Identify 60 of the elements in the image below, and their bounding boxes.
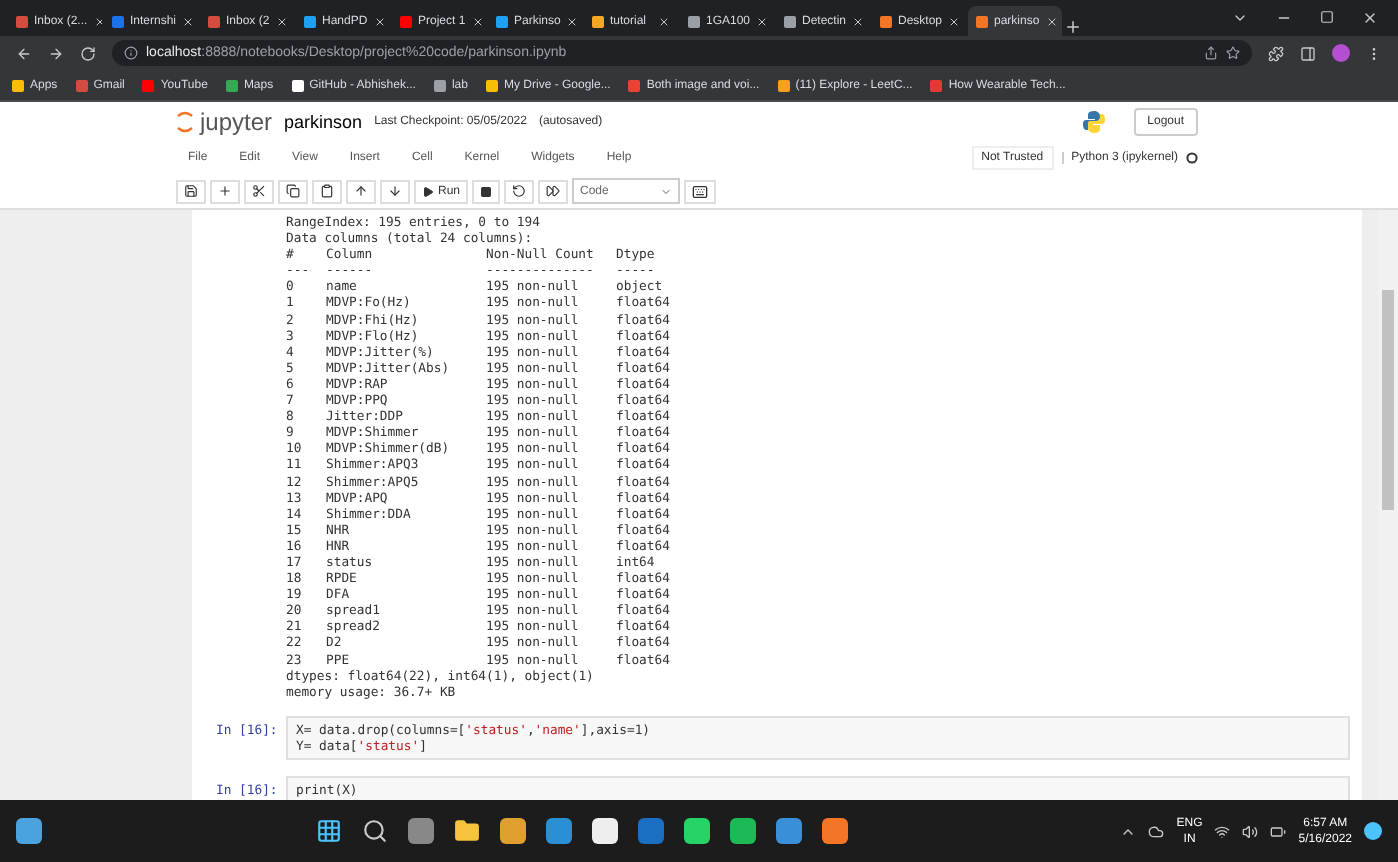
reload-icon[interactable] xyxy=(80,45,96,61)
save-button[interactable] xyxy=(176,179,206,203)
search-icon[interactable] xyxy=(361,818,388,844)
cloud-icon[interactable] xyxy=(1148,823,1165,839)
start-icon[interactable] xyxy=(315,818,342,844)
restart-button[interactable] xyxy=(504,179,535,203)
kernel-status-icon xyxy=(1186,151,1198,163)
folder-icon[interactable] xyxy=(453,818,480,844)
close-icon[interactable] xyxy=(471,15,484,27)
plus-icon xyxy=(218,184,232,198)
star-icon xyxy=(1226,46,1240,60)
chevron-down-icon[interactable] xyxy=(1232,10,1248,26)
cut-button[interactable] xyxy=(244,179,274,203)
stop-icon xyxy=(480,185,493,197)
extension-icon[interactable] xyxy=(1268,45,1284,61)
paste-button[interactable] xyxy=(312,179,342,203)
python-logo xyxy=(1081,109,1106,133)
info-icon xyxy=(124,46,138,60)
share-icon xyxy=(1204,46,1218,60)
side-panel-icon[interactable] xyxy=(1300,45,1316,61)
close-icon[interactable] xyxy=(182,15,195,27)
keyboard-button[interactable] xyxy=(684,179,717,203)
move-up-button[interactable] xyxy=(346,179,376,203)
restart-icon xyxy=(512,184,527,198)
maximize-icon[interactable] xyxy=(1320,10,1334,26)
close-icon[interactable] xyxy=(756,15,769,27)
restart-run-all-button[interactable] xyxy=(538,179,569,203)
close-icon[interactable] xyxy=(852,15,865,27)
close-icon[interactable] xyxy=(566,15,579,27)
play-icon xyxy=(422,185,434,197)
arrow-down-icon xyxy=(388,184,402,198)
add-cell-button[interactable] xyxy=(210,179,240,203)
forward-icon[interactable] xyxy=(48,45,64,61)
wifi-icon[interactable] xyxy=(1214,823,1231,839)
close-icon[interactable] xyxy=(658,15,670,27)
caret-icon xyxy=(660,185,673,197)
battery-icon[interactable] xyxy=(1270,823,1287,839)
close-icon[interactable] xyxy=(1362,10,1378,26)
close-icon[interactable] xyxy=(1045,15,1058,27)
close-icon[interactable] xyxy=(373,15,386,27)
close-icon[interactable] xyxy=(275,15,288,27)
stop-button[interactable] xyxy=(472,179,501,203)
profile-avatar[interactable] xyxy=(1332,44,1350,62)
close-icon[interactable] xyxy=(948,15,961,27)
copy-button[interactable] xyxy=(278,179,308,203)
keyboard-icon xyxy=(692,183,709,199)
notification-badge[interactable] xyxy=(1364,822,1382,840)
volume-icon[interactable] xyxy=(1242,823,1259,839)
new-tab-icon[interactable] xyxy=(1064,18,1082,36)
jupyter-logo: jupyter xyxy=(176,107,273,135)
fast-forward-icon xyxy=(546,184,561,198)
scrollbar-thumb[interactable] xyxy=(1382,290,1394,510)
notebook-name[interactable]: parkinson xyxy=(284,111,363,131)
arrow-up-icon xyxy=(354,184,368,198)
back-icon[interactable] xyxy=(16,45,32,61)
move-down-button[interactable] xyxy=(380,179,410,203)
scissors-icon xyxy=(252,184,266,198)
clipboard-icon xyxy=(320,184,334,198)
copy-icon xyxy=(286,184,300,198)
save-icon xyxy=(184,184,198,198)
